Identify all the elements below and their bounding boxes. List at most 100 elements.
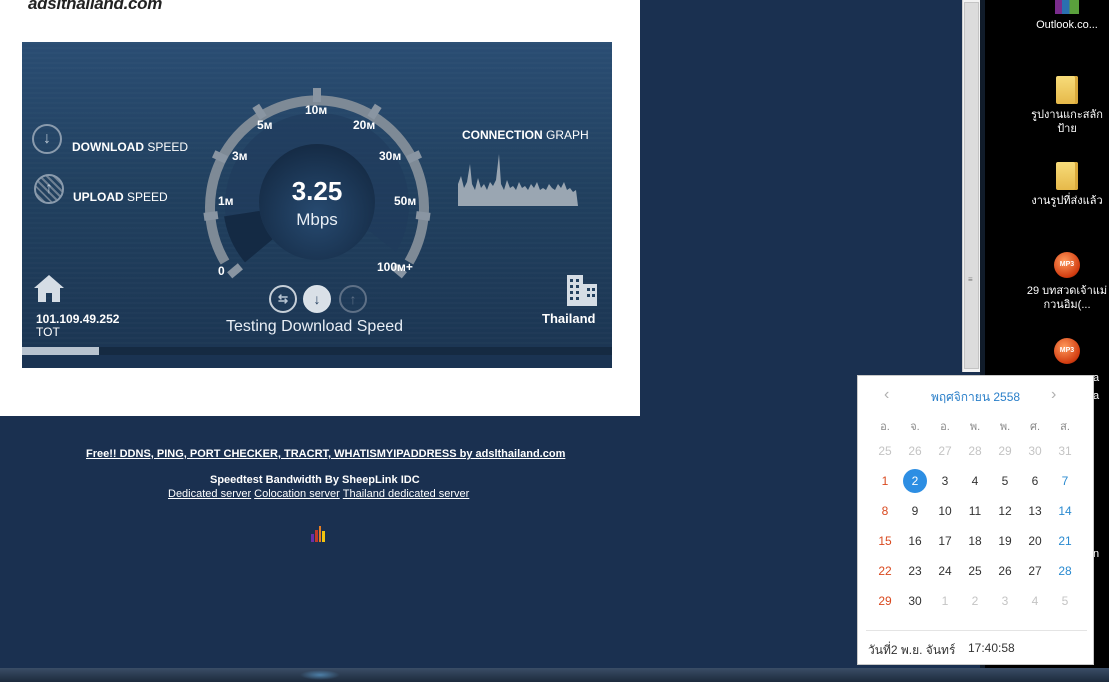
desktop-icon-folder-1[interactable]: รูปงานแกะสลักป้าย (1022, 76, 1109, 136)
calendar-day[interactable]: 7 (1050, 474, 1080, 488)
mp3-icon: MP3 (1054, 338, 1080, 364)
weekday-label: ส. (1060, 421, 1070, 433)
calendar-day[interactable]: 8 (870, 504, 900, 518)
weekday-label: พ. (999, 421, 1011, 433)
calendar-day[interactable]: 23 (900, 564, 930, 578)
calendar-day-number: 27 (1028, 564, 1042, 578)
calendar-day-number: 3 (1001, 594, 1009, 608)
calendar-day-number: 3 (941, 474, 949, 488)
calendar-day[interactable]: 28 (1050, 564, 1080, 578)
speed-unit: Mbps (296, 210, 338, 229)
widget-footer-band (22, 355, 612, 368)
calendar-day[interactable]: 27 (1020, 564, 1050, 578)
download-test-icon[interactable]: ↓ (303, 285, 331, 313)
calendar-day[interactable]: 5 (990, 474, 1020, 488)
calendar-grid: อ. จ. อ. พ. พ. ศ. ส. 25 26 27 28 29 30 31 1 2 3 4 5 6 7 8 9 10 1… (870, 416, 1080, 616)
calendar-day[interactable]: 6 (1020, 474, 1050, 488)
calendar-day[interactable]: 29 (870, 594, 900, 608)
desktop-icon-folder-2[interactable]: งานรูปที่ส่งแล้ว (1022, 162, 1109, 208)
switch-direction-icon[interactable]: ⇆ (269, 285, 297, 313)
calendar-week-row: 25 26 27 28 29 30 31 (870, 436, 1080, 466)
calendar-day[interactable]: 15 (870, 534, 900, 548)
calendar-day[interactable]: 11 (960, 504, 990, 518)
gauge-tick-20m: 20м (353, 118, 376, 132)
calendar-day[interactable]: 20 (1020, 534, 1050, 548)
calendar-day[interactable]: 25 (870, 444, 900, 458)
calendar-day[interactable]: 12 (990, 504, 1020, 518)
calendar-day[interactable]: 4 (960, 474, 990, 488)
calendar-day-number: 17 (938, 534, 952, 548)
calendar-day-today[interactable]: 2 (900, 469, 930, 493)
desktop-icon-label: รูปงานแกะสลักป้าย (1031, 109, 1103, 135)
calendar-day[interactable]: 14 (1050, 504, 1080, 518)
calendar-day-number: 2 (903, 469, 927, 493)
free-tools-link[interactable]: Free!! DDNS, PING, PORT CHECKER, TRACRT,… (86, 448, 565, 460)
calendar-day[interactable]: 24 (930, 564, 960, 578)
desktop-icon-mp3-2[interactable]: MP3 (1022, 338, 1109, 370)
calendar-day[interactable]: 25 (960, 564, 990, 578)
calendar-footer-date[interactable]: วันที่2 พ.ย. จันทร์ (868, 641, 955, 660)
gauge-tick-5m: 5м (257, 118, 273, 132)
calendar-day[interactable]: 17 (930, 534, 960, 548)
calendar-day[interactable]: 1 (870, 474, 900, 488)
next-month-icon[interactable]: › (1051, 386, 1056, 404)
calendar-day[interactable]: 5 (1050, 594, 1080, 608)
dedicated-server-link[interactable]: Dedicated server (168, 488, 251, 500)
calendar-day-number: 29 (998, 444, 1012, 458)
calendar-day[interactable]: 3 (930, 474, 960, 488)
desktop-icon-outlook[interactable]: Outlook.co... (1022, 0, 1109, 32)
calendar-day[interactable]: 1 (930, 594, 960, 608)
calendar-day[interactable]: 26 (900, 444, 930, 458)
calendar-day-number: 2 (971, 594, 979, 608)
gauge-tick-mark (203, 211, 219, 221)
calendar-day[interactable]: 26 (990, 564, 1020, 578)
server-links: Dedicated server Colocation server Thailan… (168, 488, 472, 500)
weekday-label: จ. (910, 421, 920, 433)
weekday-label: ศ. (1029, 421, 1041, 433)
calendar-day-number: 11 (968, 504, 982, 518)
calendar-day[interactable]: 31 (1050, 444, 1080, 458)
scrollbar-thumb[interactable]: ≡ (964, 2, 979, 369)
gauge-tick-100m: 100м+ (377, 260, 413, 274)
calendar-day[interactable]: 13 (1020, 504, 1050, 518)
colocation-server-link[interactable]: Colocation server (254, 488, 340, 500)
calendar-day[interactable]: 10 (930, 504, 960, 518)
calendar-day[interactable]: 30 (900, 594, 930, 608)
progress-fill (22, 347, 99, 355)
calendar-day[interactable]: 9 (900, 504, 930, 518)
speed-value: 3.25 (291, 176, 343, 206)
calendar-day[interactable]: 2 (960, 594, 990, 608)
site-logo[interactable]: adslthailand.com (28, 0, 162, 14)
rar-archive-icon (1055, 0, 1079, 14)
calendar-month-title[interactable]: พฤศจิกายน 2558 (858, 388, 1093, 407)
calendar-popup: ‹ พฤศจิกายน 2558 › อ. จ. อ. พ. พ. ศ. ส. 25 26 27 2… (857, 375, 1094, 665)
browser-scrollbar[interactable]: ≡ (962, 0, 981, 372)
speedtest-panel: adslthailand.com ↓ DOWNLOAD SPEED SPEED … (0, 0, 640, 416)
speedtest-widget: ↓ DOWNLOAD SPEED SPEED ↑ UPLOAD SPEED 0 … (22, 42, 612, 368)
connection-graph (458, 154, 578, 206)
calendar-day[interactable]: 16 (900, 534, 930, 548)
progress-bar (22, 347, 612, 355)
desktop-icon-mp3-1[interactable]: MP3 29 บทสวดเจ้าแม่กวนอิม(... (1022, 252, 1109, 312)
calendar-day[interactable]: 18 (960, 534, 990, 548)
calendar-day[interactable]: 4 (1020, 594, 1050, 608)
gauge-tick-30m: 30м (379, 149, 402, 163)
calendar-day-number: 6 (1031, 474, 1039, 488)
calendar-day[interactable]: 30 (1020, 444, 1050, 458)
calendar-day[interactable]: 19 (990, 534, 1020, 548)
calendar-day-number: 16 (908, 534, 922, 548)
calendar-day[interactable]: 28 (960, 444, 990, 458)
calendar-day[interactable]: 22 (870, 564, 900, 578)
calendar-day[interactable]: 27 (930, 444, 960, 458)
calendar-week-row: 15 16 17 18 19 20 21 (870, 526, 1080, 556)
gauge-tick-0: 0 (218, 264, 225, 278)
calendar-day-number: 31 (1058, 444, 1072, 458)
calendar-day[interactable]: 29 (990, 444, 1020, 458)
thailand-dedicated-server-link[interactable]: Thailand dedicated server (343, 488, 470, 500)
upload-test-icon[interactable]: ↑ (339, 285, 367, 313)
calendar-day[interactable]: 3 (990, 594, 1020, 608)
calendar-day-number: 10 (938, 504, 952, 518)
calendar-day[interactable]: 21 (1050, 534, 1080, 548)
taskbar[interactable] (0, 668, 1109, 682)
calendar-day-number: 23 (908, 564, 922, 578)
